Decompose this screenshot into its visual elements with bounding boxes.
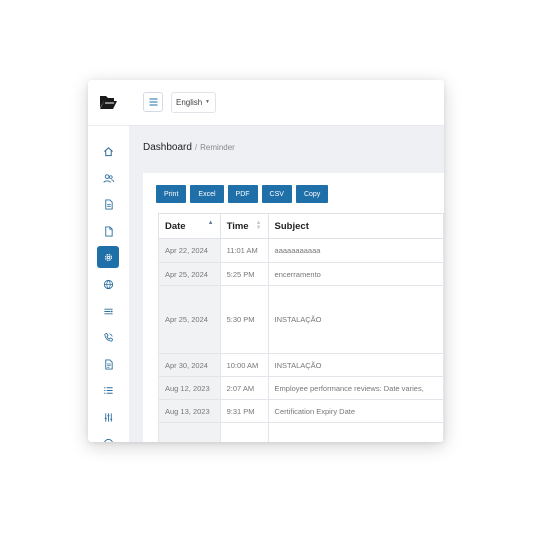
sidebar-item-users[interactable] xyxy=(97,167,119,189)
table-row[interactable]: Apr 25, 2024 5:25 PM encerramento xyxy=(158,262,444,286)
column-header-subject-label: Subject xyxy=(274,220,309,232)
column-header-date-label: Date xyxy=(165,220,186,232)
sidebar-item-settings[interactable] xyxy=(97,246,119,268)
sidebar-item-help[interactable] xyxy=(97,432,119,442)
table-row[interactable]: Aug 13, 2023 9:31 PM Certification Expir… xyxy=(158,399,444,423)
sidebar-item-filters[interactable] xyxy=(97,300,119,322)
list-icon xyxy=(103,386,113,394)
cell-time: 10:00 AM xyxy=(219,353,269,377)
sidebar-item-list[interactable] xyxy=(97,379,119,401)
cell-time: 9:31 PM xyxy=(219,399,269,423)
language-select[interactable]: English ▼ xyxy=(171,92,216,113)
settings-icon xyxy=(104,253,112,261)
excel-button[interactable]: Excel xyxy=(190,185,224,203)
report-icon xyxy=(104,358,113,370)
sidebar-item-documents[interactable] xyxy=(97,193,119,215)
sort-asc-icon: ▲ xyxy=(207,220,214,226)
globe-icon xyxy=(103,279,113,289)
table-row[interactable]: Apr 30, 2024 10:00 AM INSTALAÇÃO xyxy=(158,353,444,377)
breadcrumb-current: Reminder xyxy=(200,143,235,152)
print-button[interactable]: Print xyxy=(156,185,187,203)
export-buttons: Print Excel PDF CSV Copy xyxy=(156,185,329,203)
caret-down-icon: ▼ xyxy=(205,99,210,105)
cell-subject: Certification Expiry Date xyxy=(267,399,444,423)
phone-icon xyxy=(103,332,113,342)
help-icon xyxy=(103,438,113,442)
column-header-subject[interactable]: Subject xyxy=(267,213,444,239)
sidebar-item-home[interactable] xyxy=(97,140,119,162)
sliders-icon xyxy=(104,412,112,422)
cell-subject: INSTALAÇÃO xyxy=(267,353,444,377)
cell-date xyxy=(158,422,221,442)
hamburger-icon xyxy=(149,98,157,106)
home-icon xyxy=(103,146,113,156)
filter-list-icon xyxy=(103,308,113,314)
document-icon xyxy=(104,198,113,210)
sidebar-item-globe[interactable] xyxy=(97,273,119,295)
sort-icon: ▲ ▼ xyxy=(255,220,262,231)
cell-time: 2:07 AM xyxy=(219,376,269,400)
users-icon xyxy=(102,173,114,183)
folder-logo-icon[interactable] xyxy=(98,92,118,112)
copy-button[interactable]: Copy xyxy=(295,185,329,203)
cell-date: Aug 13, 2023 xyxy=(158,399,221,423)
table-row[interactable]: Aug 12, 2023 2:07 AM Employee performanc… xyxy=(158,376,444,400)
menu-toggle-button[interactable] xyxy=(143,92,163,112)
table-header-row: Date ▲ Time ▲ ▼ Subject xyxy=(158,213,444,239)
cell-date: Apr 25, 2024 xyxy=(158,262,221,286)
sidebar-item-files[interactable] xyxy=(97,220,119,242)
main-content: Dashboard / Reminder Print Excel PDF CSV C… xyxy=(129,126,444,442)
cell-date: Apr 30, 2024 xyxy=(158,353,221,377)
column-header-date[interactable]: Date ▲ xyxy=(158,213,221,239)
reminder-table: Date ▲ Time ▲ ▼ Subject Apr 22, 2024 11:01 … xyxy=(158,213,444,442)
cell-subject: aaaaaaaaaaa xyxy=(267,238,444,263)
pdf-button[interactable]: PDF xyxy=(227,185,258,203)
top-bar: English ▼ xyxy=(129,80,444,126)
cell-subject: encerramento xyxy=(267,262,444,286)
app-window: English ▼ Dashboard / Reminder Print Excel… xyxy=(88,80,444,442)
language-value: English xyxy=(176,98,203,107)
breadcrumb: Dashboard / Reminder xyxy=(143,142,235,153)
cell-subject: INSTALAÇÃO xyxy=(267,285,444,354)
cell-time: 5:25 PM xyxy=(219,262,269,286)
column-header-time[interactable]: Time ▲ ▼ xyxy=(219,213,269,239)
cell-date: Apr 22, 2024 xyxy=(158,238,221,263)
sidebar-item-phone[interactable] xyxy=(97,326,119,348)
cell-time xyxy=(219,422,269,442)
sidebar-item-reports[interactable] xyxy=(97,353,119,375)
breadcrumb-root[interactable]: Dashboard xyxy=(143,142,192,153)
cell-time: 5:30 PM xyxy=(219,285,269,354)
breadcrumb-separator: / xyxy=(194,143,198,152)
file-icon xyxy=(104,225,113,237)
column-header-time-label: Time xyxy=(226,220,249,232)
reminder-table-card: Print Excel PDF CSV Copy Date ▲ Time ▲ ▼ Su… xyxy=(143,173,444,442)
cell-subject xyxy=(267,422,444,442)
table-row[interactable] xyxy=(158,422,444,442)
sidebar xyxy=(88,80,130,442)
cell-date: Aug 12, 2023 xyxy=(158,376,221,400)
csv-button[interactable]: CSV xyxy=(261,185,292,203)
table-row[interactable]: Apr 22, 2024 11:01 AM aaaaaaaaaaa xyxy=(158,238,444,263)
cell-time: 11:01 AM xyxy=(219,238,269,263)
cell-date: Apr 25, 2024 xyxy=(158,285,221,354)
sidebar-divider xyxy=(88,125,129,126)
table-row[interactable]: Apr 25, 2024 5:30 PM INSTALAÇÃO xyxy=(158,285,444,354)
cell-subject: Employee performance reviews: Date varie… xyxy=(267,376,444,400)
sidebar-item-adjustments[interactable] xyxy=(97,406,119,428)
